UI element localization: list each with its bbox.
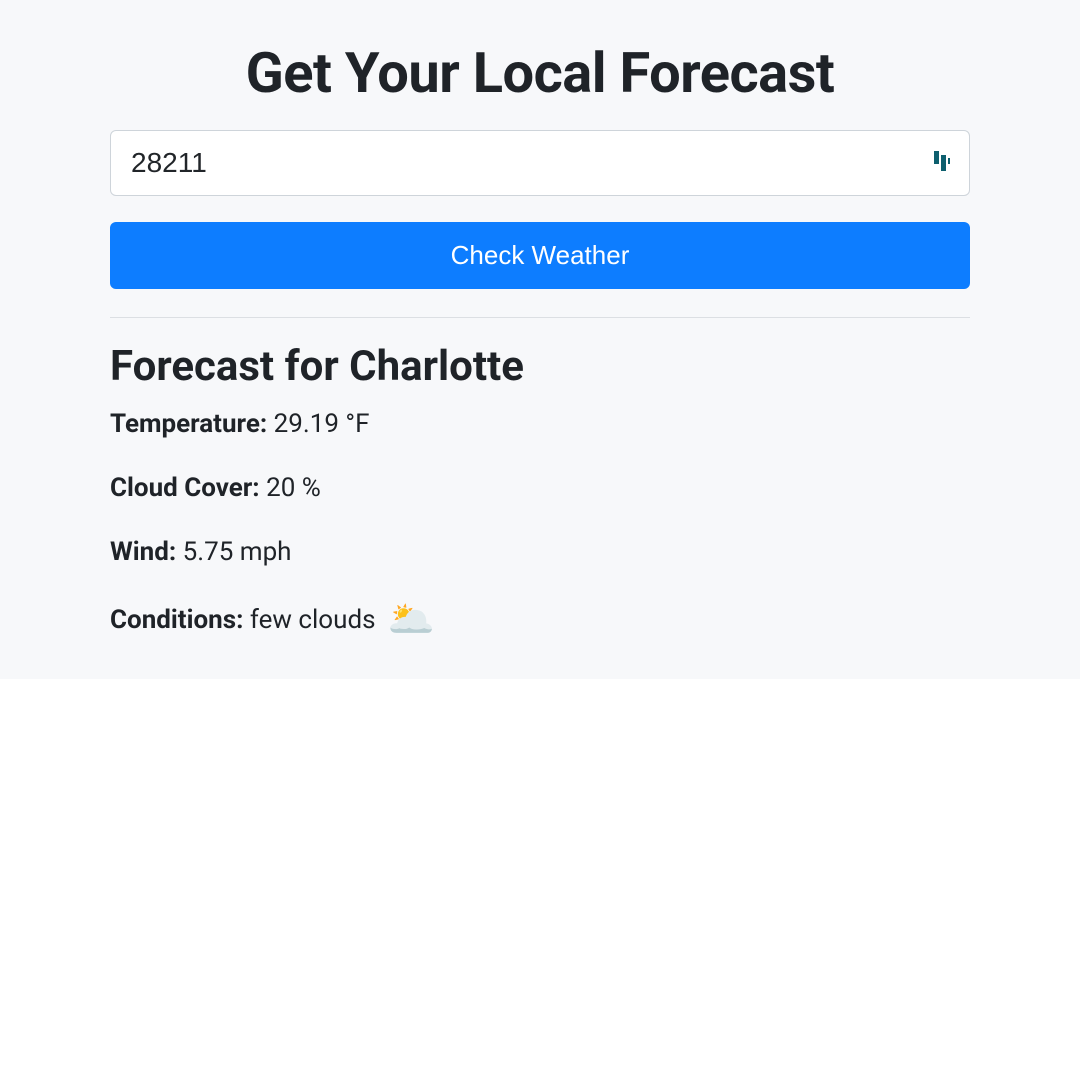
weather-cloud-icon: 🌥️ <box>388 601 435 639</box>
cloud-cover-row: Cloud Cover: 20 % <box>110 473 970 503</box>
forecast-heading: Forecast for Charlotte <box>110 342 970 391</box>
wind-row: Wind: 5.75 mph <box>110 537 970 567</box>
wind-label: Wind: <box>110 537 176 567</box>
conditions-row: Conditions: few clouds 🌥️ <box>110 601 970 639</box>
temperature-label: Temperature: <box>110 409 267 439</box>
conditions-label: Conditions: <box>110 605 243 635</box>
temperature-value: 29.19 °F <box>274 409 370 439</box>
zip-input[interactable] <box>110 130 970 196</box>
check-weather-button[interactable]: Check Weather <box>110 222 970 289</box>
cloud-cover-value: 20 % <box>266 473 321 503</box>
wind-value: 5.75 mph <box>183 537 292 567</box>
temperature-row: Temperature: 29.19 °F <box>110 409 970 439</box>
zip-input-wrapper <box>110 130 970 196</box>
cloud-cover-label: Cloud Cover: <box>110 473 260 503</box>
divider <box>110 317 970 318</box>
conditions-value: few clouds <box>250 605 376 635</box>
page-title: Get Your Local Forecast <box>110 40 970 106</box>
